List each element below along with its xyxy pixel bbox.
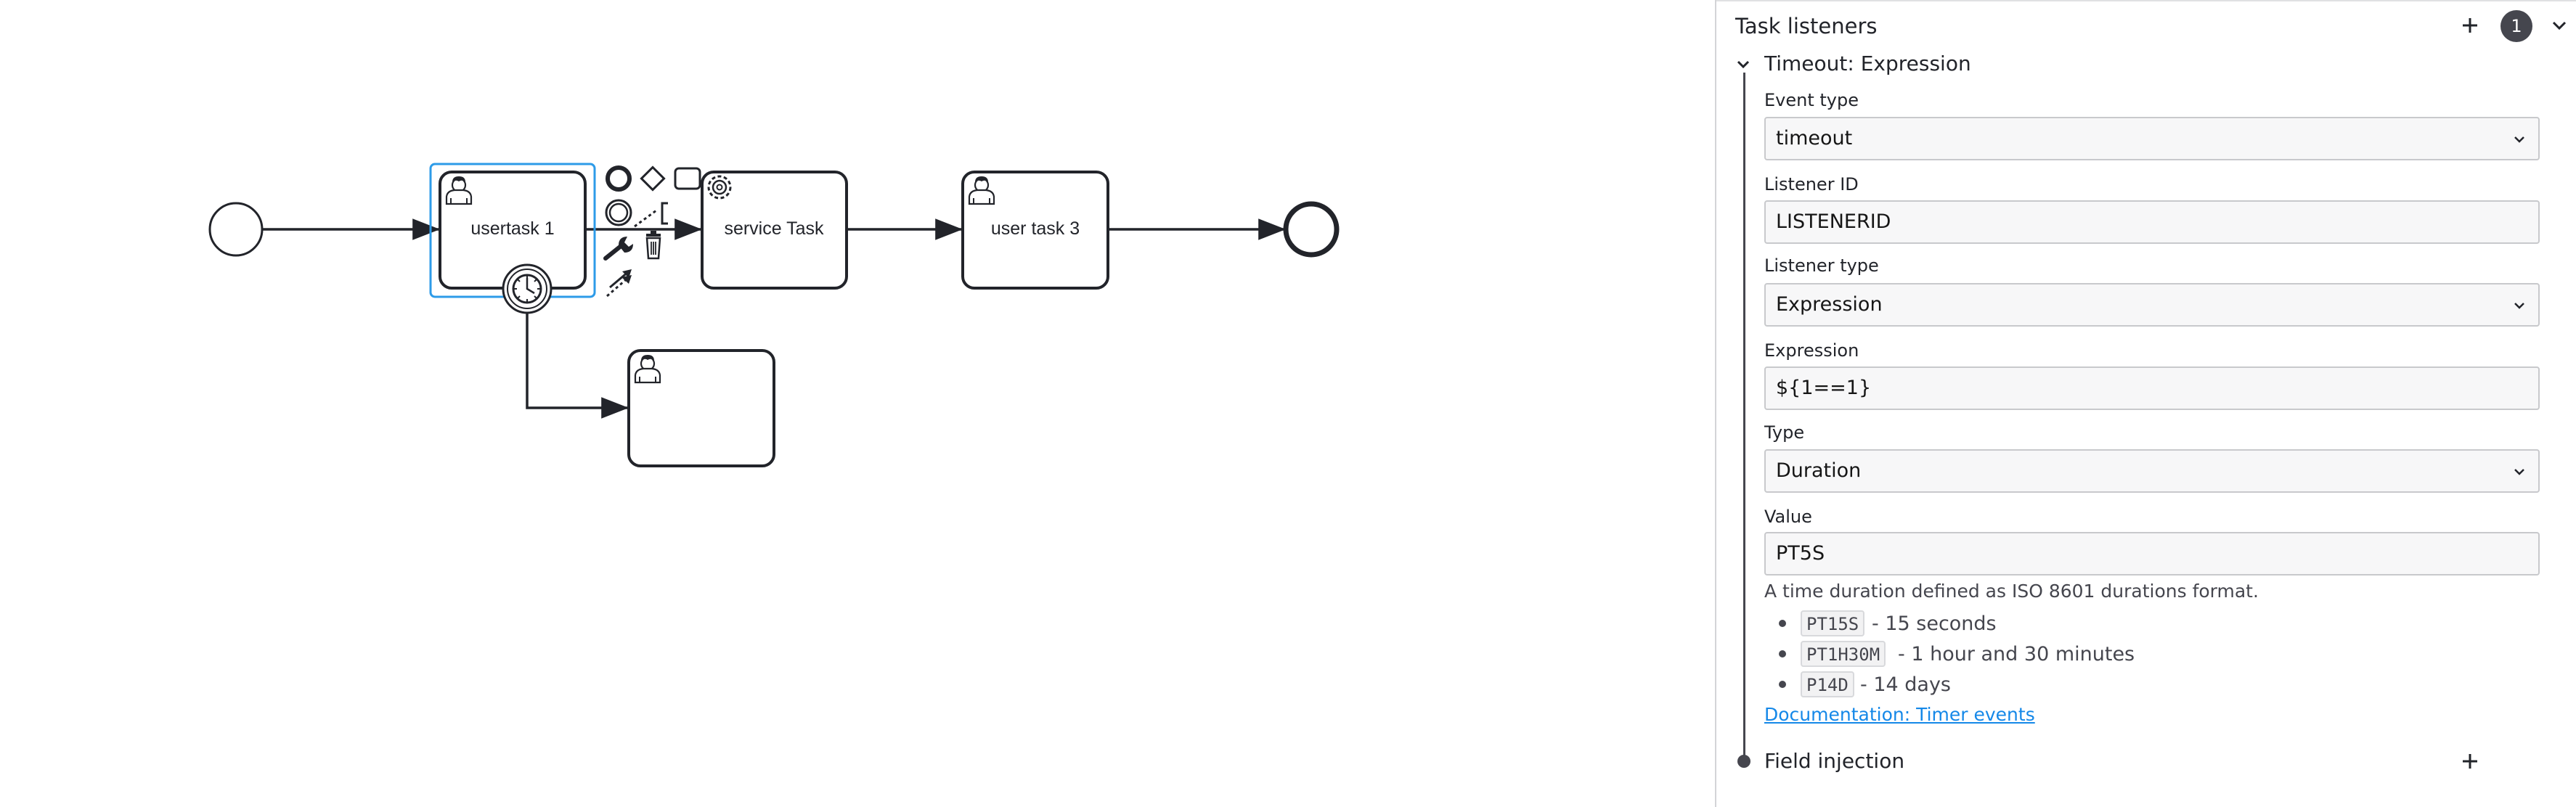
expression-input[interactable]: ${1==1}	[1764, 366, 2540, 410]
bpmn-diagram[interactable]: usertask 1 service Task user task 3	[0, 0, 1715, 807]
flow-timer-to-task[interactable]	[526, 314, 629, 419]
help-code: P14D	[1801, 671, 1854, 697]
event-type-label: Event type	[1764, 90, 1859, 110]
listener-type-label: Listener type	[1764, 255, 1879, 276]
bullet	[1779, 650, 1786, 658]
chevron-down-icon[interactable]	[2547, 13, 2572, 38]
value-value: PT5S	[1776, 542, 1825, 565]
bullet	[1779, 620, 1786, 627]
type-label: Type	[1764, 422, 1805, 443]
help-description: A time duration defined as ISO 8601 dura…	[1764, 581, 2259, 602]
listener-id-value: LISTENERID	[1776, 210, 1891, 233]
text-annotation-icon[interactable]	[661, 202, 668, 225]
task-listeners-group-header[interactable]: Task listeners 1	[1716, 0, 2576, 48]
start-event[interactable]	[208, 202, 264, 257]
gear-icon	[707, 175, 732, 200]
diagram-canvas[interactable]: usertask 1 service Task user task 3	[0, 0, 1715, 807]
service-task[interactable]: service Task	[701, 171, 848, 290]
event-type-select[interactable]: timeout	[1764, 117, 2540, 160]
user-task-3[interactable]: user task 3	[961, 171, 1109, 290]
bullet	[1779, 681, 1786, 688]
listener-id-input[interactable]: LISTENERID	[1764, 200, 2540, 244]
type-select[interactable]: Duration	[1764, 449, 2540, 493]
user-task-3-label: user task 3	[991, 218, 1080, 239]
wrench-icon[interactable]	[603, 237, 633, 261]
help-desc: - 14 days	[1860, 673, 1951, 696]
help-code: PT1H30M	[1801, 641, 1886, 667]
usertask-1-label: usertask 1	[470, 218, 554, 239]
properties-panel: Task listeners 1 Timeout: Expression Eve…	[1715, 0, 2576, 807]
end-event[interactable]	[1283, 201, 1340, 258]
add-icon[interactable]	[2455, 747, 2485, 776]
listener-type-select[interactable]: Expression	[1764, 283, 2540, 327]
trash-icon[interactable]	[645, 231, 661, 260]
task-icon[interactable]	[674, 167, 701, 190]
user-task-unnamed[interactable]	[627, 349, 775, 467]
expression-value: ${1==1}	[1776, 377, 1872, 399]
event-type-value: timeout	[1776, 127, 1853, 149]
group-title: Task listeners	[1735, 14, 1878, 38]
entry-indent-line	[1743, 73, 1745, 761]
timer-boundary-event[interactable]	[502, 263, 553, 314]
value-label: Value	[1764, 507, 1812, 527]
type-value: Duration	[1776, 459, 1862, 482]
chevron-down-icon	[2514, 136, 2524, 143]
expression-label: Expression	[1764, 340, 1859, 361]
service-task-label: service Task	[724, 218, 824, 239]
help-code: PT15S	[1801, 610, 1865, 636]
end-event-icon[interactable]	[606, 165, 632, 192]
chevron-down-icon[interactable]	[1732, 54, 1754, 75]
count-badge: 1	[2500, 10, 2532, 42]
connect-icon[interactable]	[634, 209, 657, 228]
context-pad[interactable]	[603, 165, 701, 298]
add-icon[interactable]	[2455, 11, 2485, 40]
listener-type-value: Expression	[1776, 293, 1883, 316]
chevron-down-icon	[2514, 303, 2524, 309]
listener-entry-title: Timeout: Expression	[1764, 52, 1971, 75]
help-desc: - 15 seconds	[1872, 613, 1997, 635]
value-input[interactable]: PT5S	[1764, 532, 2540, 575]
gateway-icon[interactable]	[640, 165, 666, 192]
field-injection-label: Field injection	[1764, 749, 1905, 773]
entry-indent-dot	[1737, 755, 1750, 768]
intermediate-event-icon[interactable]	[605, 199, 632, 226]
append-arrow-icon[interactable]	[606, 269, 632, 298]
documentation-link[interactable]: Documentation: Timer events	[1764, 704, 2035, 725]
listener-id-label: Listener ID	[1764, 174, 1859, 194]
help-desc: - 1 hour and 30 minutes	[1898, 643, 2135, 665]
chevron-down-icon	[2514, 469, 2524, 475]
